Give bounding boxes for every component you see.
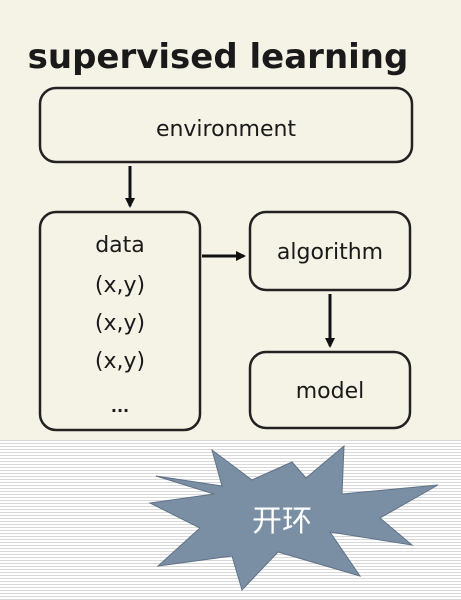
- callout-burst: 开环: [148, 444, 439, 591]
- callout-text: 开环: [252, 504, 312, 539]
